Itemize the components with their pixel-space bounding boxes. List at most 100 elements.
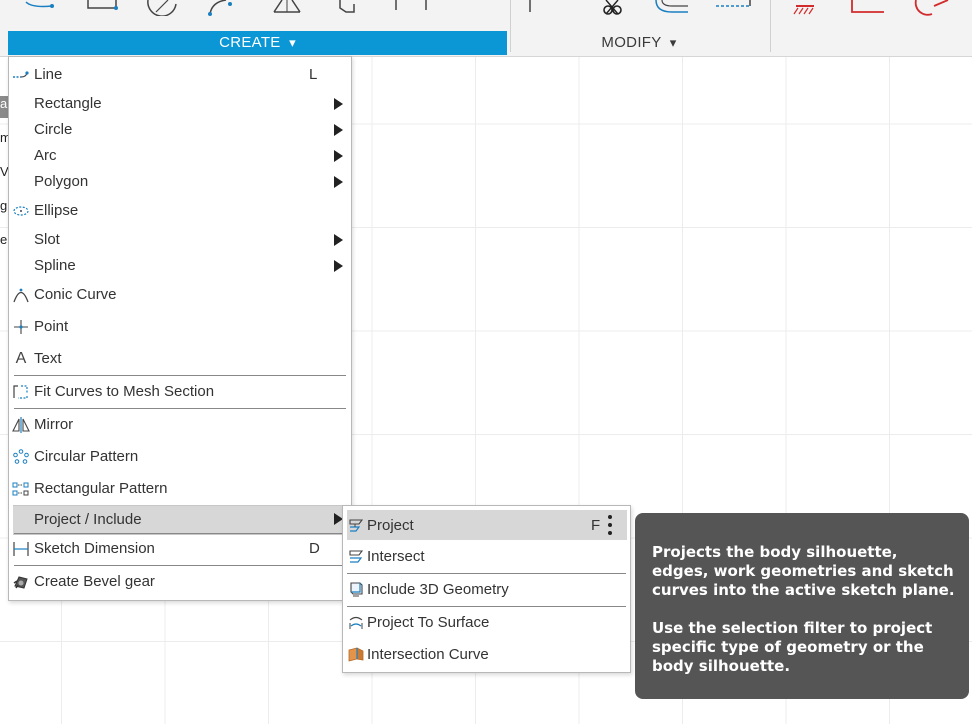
circular-pattern-icon: [12, 449, 30, 465]
submenu-arrow-icon: [334, 176, 343, 188]
rectangle-tool-icon[interactable]: [86, 0, 120, 12]
menu-item-intersection-curve[interactable]: Intersection Curve: [343, 640, 630, 668]
create-label: CREATE: [219, 34, 281, 51]
toolbar-separator: [770, 0, 771, 52]
include-3d-geometry-icon: [347, 581, 365, 597]
menu-item-include-3d-geometry[interactable]: Include 3D Geometry: [343, 575, 630, 603]
conic-curve-icon: [12, 287, 30, 303]
break-tool-icon[interactable]: [714, 0, 754, 12]
toolbar: CREATE ▾ MODIFY ▾: [0, 0, 972, 57]
sketch-dimension-icon: [12, 541, 30, 557]
menu-item-circular-pattern[interactable]: Circular Pattern: [9, 444, 351, 470]
rectangular-pattern-icon: [12, 481, 30, 497]
menu-item-label: Project / Include: [34, 511, 142, 528]
menu-separator: [347, 606, 626, 607]
menu-item-project[interactable]: Project F: [347, 510, 627, 540]
menu-item-label: Rectangular Pattern: [34, 480, 168, 497]
menu-separator: [14, 408, 346, 409]
bevel-gear-icon: [12, 574, 30, 590]
menu-item-project-to-surface[interactable]: Project To Surface: [343, 608, 630, 636]
menu-item-line[interactable]: Line L: [9, 62, 351, 88]
menu-item-label: Spline: [34, 257, 76, 274]
mirror-icon: [12, 417, 30, 433]
tooltip-paragraph: Use the selection filter to project spec…: [652, 619, 933, 675]
menu-item-polygon[interactable]: Polygon: [9, 169, 351, 195]
menu-separator: [14, 565, 346, 566]
fillet-tool-icon[interactable]: [524, 0, 538, 14]
modify-label: MODIFY: [601, 34, 662, 51]
menu-separator: [14, 375, 346, 376]
perpendicular-constraint-icon[interactable]: [848, 0, 888, 16]
shortcut-label: D: [309, 540, 320, 557]
extend-tool-icon[interactable]: [652, 0, 692, 16]
menu-item-label: Ellipse: [34, 202, 79, 219]
menu-item-label: Circle: [34, 121, 73, 138]
menu-item-arc[interactable]: Arc: [9, 143, 351, 169]
menu-item-label: Polygon: [34, 173, 89, 190]
submenu-arrow-icon: [334, 98, 343, 110]
menu-item-label: Sketch Dimension: [34, 540, 155, 557]
menu-item-label: Intersection Curve: [367, 646, 489, 663]
project-icon: [347, 517, 365, 533]
menu-item-spline[interactable]: Spline: [9, 253, 351, 279]
shortcut-label: L: [309, 66, 318, 83]
intersect-icon: [347, 548, 365, 564]
submenu-arrow-icon: [334, 260, 343, 272]
line-tool-icon[interactable]: [22, 0, 58, 14]
chevron-down-icon: ▾: [669, 35, 677, 50]
offset-tool-icon[interactable]: [336, 0, 360, 14]
menu-item-project-include[interactable]: Project / Include: [13, 505, 347, 535]
circle-tool-icon[interactable]: [146, 0, 180, 16]
project-to-surface-icon: [347, 614, 365, 630]
create-group-button[interactable]: CREATE ▾: [8, 31, 507, 55]
intersection-curve-icon: [347, 646, 365, 662]
menu-item-mirror[interactable]: Mirror: [9, 412, 351, 438]
menu-item-intersect[interactable]: Intersect: [343, 542, 630, 570]
menu-item-text[interactable]: A Text: [9, 346, 351, 372]
menu-item-label: Slot: [34, 231, 60, 248]
menu-item-label: Project: [367, 517, 414, 534]
menu-item-label: Project To Surface: [367, 614, 490, 631]
menu-item-conic-curve[interactable]: Conic Curve: [9, 282, 351, 308]
tooltip-paragraph: Projects the body silhouette, edges, wor…: [652, 543, 955, 599]
shortcut-label: F: [591, 517, 601, 534]
menu-item-label: Circular Pattern: [34, 448, 139, 465]
menu-item-label: Rectangle: [34, 95, 102, 112]
line-icon: [12, 67, 30, 83]
polygon-tool-icon[interactable]: [270, 0, 304, 14]
menu-item-label: Create Bevel gear: [34, 573, 155, 590]
tooltip-project: Projects the body silhouette, edges, wor…: [635, 513, 969, 699]
trim-tool-icon[interactable]: [600, 0, 626, 18]
menu-item-rectangle[interactable]: Rectangle: [9, 91, 351, 117]
menu-item-ellipse[interactable]: Ellipse: [9, 198, 351, 224]
menu-item-slot[interactable]: Slot: [9, 227, 351, 253]
create-menu: Line L Rectangle Circle Arc Polygon Elli…: [8, 56, 352, 601]
menu-separator: [14, 533, 346, 534]
project-include-submenu: Project F Intersect Include 3D Geometry …: [342, 505, 631, 673]
modify-group-button[interactable]: MODIFY ▾: [510, 31, 768, 55]
menu-item-label: Intersect: [367, 548, 425, 565]
fix-constraint-icon[interactable]: [792, 0, 818, 16]
menu-item-create-bevel-gear[interactable]: Create Bevel gear: [9, 569, 351, 595]
text-icon: A: [15, 350, 27, 367]
menu-item-label: Point: [34, 318, 69, 335]
submenu-arrow-icon: [334, 124, 343, 136]
menu-item-point[interactable]: Point: [9, 314, 351, 340]
menu-item-fit-curves[interactable]: Fit Curves to Mesh Section: [9, 379, 351, 405]
mirror-tool-icon[interactable]: [390, 0, 440, 14]
menu-item-label: Include 3D Geometry: [367, 581, 509, 598]
menu-separator: [347, 573, 626, 574]
ellipse-icon: [12, 203, 30, 219]
menu-item-rectangular-pattern[interactable]: Rectangular Pattern: [9, 476, 351, 502]
submenu-arrow-icon: [334, 234, 343, 246]
submenu-arrow-icon: [334, 150, 343, 162]
tangent-constraint-icon[interactable]: [910, 0, 950, 18]
menu-item-label: Line: [34, 66, 63, 83]
fit-curves-icon: [12, 384, 30, 400]
menu-item-sketch-dimension[interactable]: Sketch Dimension D: [9, 536, 351, 562]
menu-item-circle[interactable]: Circle: [9, 117, 351, 143]
arc-tool-icon[interactable]: [206, 0, 236, 16]
menu-item-label: Text: [34, 350, 62, 367]
menu-item-label: Conic Curve: [34, 286, 117, 303]
more-options-icon[interactable]: [607, 515, 613, 535]
